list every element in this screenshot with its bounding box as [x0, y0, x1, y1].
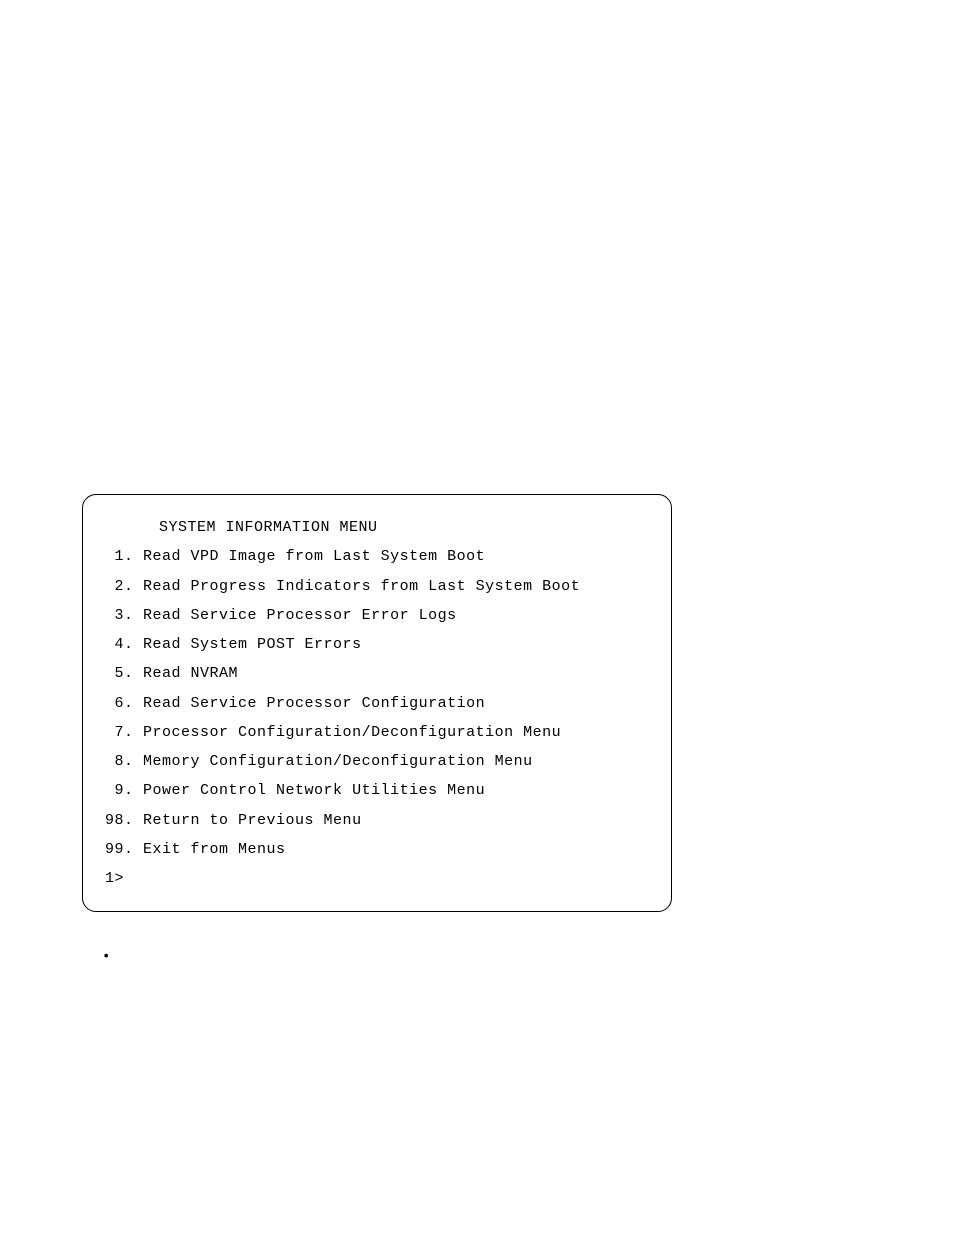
menu-item-label: Return to Previous Menu — [143, 812, 362, 829]
menu-prompt[interactable]: 1> — [105, 864, 671, 893]
menu-item[interactable]: 99. Exit from Menus — [105, 835, 671, 864]
menu-item-num: 2 — [105, 578, 124, 595]
menu-item-num: 99 — [105, 841, 124, 858]
menu-item-label: Exit from Menus — [143, 841, 286, 858]
menu-item-num: 98 — [105, 812, 124, 829]
menu-item-num: 4 — [105, 636, 124, 653]
menu-body: 1. Read VPD Image from Last System Boot … — [105, 542, 671, 893]
menu-item-num: 8 — [105, 753, 124, 770]
menu-item[interactable]: 5. Read NVRAM — [105, 659, 671, 688]
menu-item[interactable]: 3. Read Service Processor Error Logs — [105, 601, 671, 630]
menu-item-label: Read Service Processor Configuration — [143, 695, 485, 712]
menu-item-label: Read Progress Indicators from Last Syste… — [143, 578, 580, 595]
menu-item[interactable]: 9. Power Control Network Utilities Menu — [105, 776, 671, 805]
menu-item-label: Power Control Network Utilities Menu — [143, 782, 485, 799]
menu-item-num: 3 — [105, 607, 124, 624]
bullet-icon: • — [102, 950, 110, 964]
menu-item-num: 6 — [105, 695, 124, 712]
menu-item[interactable]: 8. Memory Configuration/Deconfiguration … — [105, 747, 671, 776]
menu-item[interactable]: 1. Read VPD Image from Last System Boot — [105, 542, 671, 571]
system-information-menu-box: SYSTEM INFORMATION MENU 1. Read VPD Imag… — [82, 494, 672, 912]
menu-item-num: 9 — [105, 782, 124, 799]
menu-item[interactable]: 7. Processor Configuration/Deconfigurati… — [105, 718, 671, 747]
menu-item-num: 5 — [105, 665, 124, 682]
menu-title: SYSTEM INFORMATION MENU — [159, 513, 671, 542]
menu-item[interactable]: 98. Return to Previous Menu — [105, 806, 671, 835]
menu-item[interactable]: 2. Read Progress Indicators from Last Sy… — [105, 572, 671, 601]
menu-item-label: Read System POST Errors — [143, 636, 362, 653]
menu-item-num: 1 — [105, 548, 124, 565]
menu-item-label: Read NVRAM — [143, 665, 238, 682]
menu-item[interactable]: 6. Read Service Processor Configuration — [105, 689, 671, 718]
menu-item[interactable]: 4. Read System POST Errors — [105, 630, 671, 659]
menu-item-label: Read VPD Image from Last System Boot — [143, 548, 485, 565]
menu-item-label: Processor Configuration/Deconfiguration … — [143, 724, 561, 741]
menu-item-label: Read Service Processor Error Logs — [143, 607, 457, 624]
menu-item-label: Memory Configuration/Deconfiguration Men… — [143, 753, 533, 770]
menu-item-num: 7 — [105, 724, 124, 741]
